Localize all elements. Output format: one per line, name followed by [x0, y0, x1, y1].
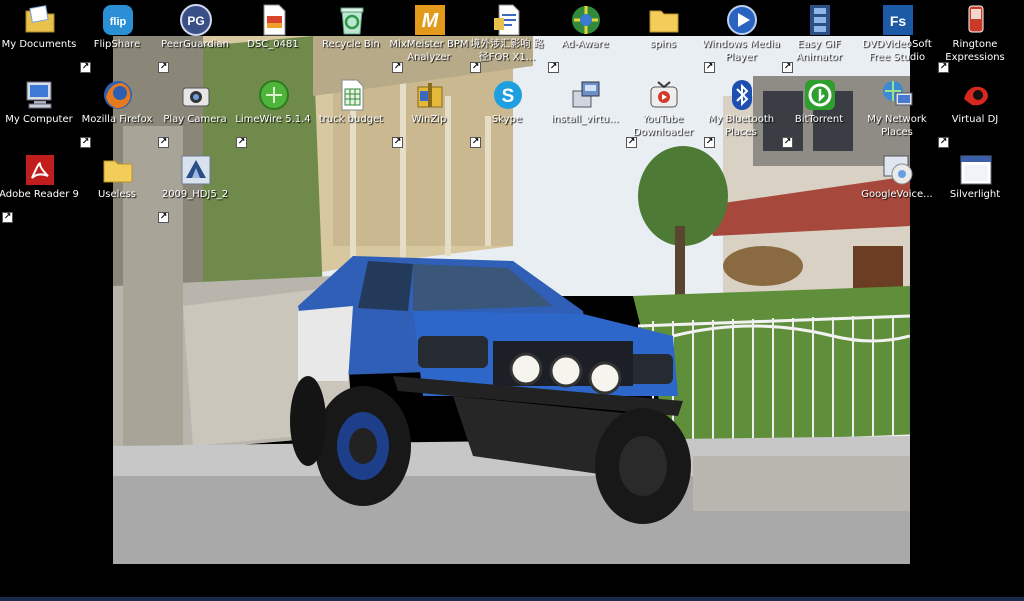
svg-text:Fs: Fs: [890, 13, 907, 29]
my-computer-icon: [24, 79, 56, 111]
shortcut-arrow-icon: ↗: [470, 137, 481, 148]
desktop-icon-mixmeister[interactable]: M ↗ MixMeister BPM Analyzer: [390, 2, 468, 73]
desktop-icon-my-documents[interactable]: My Documents: [2, 2, 76, 72]
google-voice-icon: [882, 154, 914, 186]
desktop-icon-dsc-0481[interactable]: DSC_0481: [236, 2, 310, 72]
my-documents-icon: [24, 4, 56, 36]
desktop-icon-my-bluetooth-places[interactable]: ↗ My Bluetooth Places: [704, 77, 778, 148]
desktop-icon-my-network-places[interactable]: My Network Places: [860, 77, 934, 147]
svg-text:PG: PG: [187, 14, 204, 28]
desktop-icon-skype[interactable]: S ↗ Skype: [470, 77, 544, 148]
shortcut-arrow-icon: ↗: [548, 62, 559, 73]
dvdvideosoft-icon: Fs: [882, 4, 914, 36]
desktop-icon-firefox[interactable]: ↗ Mozilla Firefox: [80, 77, 154, 148]
svg-text:S: S: [502, 86, 515, 107]
desktop-icon-ad-aware[interactable]: ↗ Ad-Aware: [548, 2, 622, 73]
desktop-icon-dvdvideosoft[interactable]: Fs DVDVideoSoft Free Studio: [860, 2, 934, 72]
desktop-icon-ringtone-expressions[interactable]: ↗ Ringtone Expressions: [938, 2, 1012, 73]
desktop-icon-windows-media-player[interactable]: ↗ Windows Media Player: [702, 2, 780, 73]
desktop-icon-spins[interactable]: spins: [626, 2, 700, 72]
play-camera-icon: [180, 79, 212, 111]
desktop-icon-my-computer[interactable]: My Computer: [2, 77, 76, 147]
shortcut-arrow-icon: ↗: [392, 137, 403, 148]
desktop-icon-install-virtu[interactable]: install_virtu...: [548, 77, 622, 147]
desktop-icon-silverlight[interactable]: Silverlight: [938, 152, 1012, 222]
shortcut-arrow-icon: ↗: [158, 62, 169, 73]
svg-text:M: M: [422, 10, 440, 32]
shortcut-arrow-icon: ↗: [2, 212, 13, 223]
virtual-dj-icon: [960, 79, 992, 111]
media-file-icon: [180, 154, 212, 186]
desktop-icon-adobe-reader[interactable]: ↗ Adobe Reader 9: [0, 152, 79, 223]
document-icon: [492, 4, 524, 36]
desktop-icon-bittorrent[interactable]: ↗ BitTorrent: [782, 77, 856, 148]
youtube-downloader-icon: [648, 79, 680, 111]
shortcut-arrow-icon: ↗: [80, 62, 91, 73]
ad-aware-icon: [570, 4, 602, 36]
desktop-icon-useless[interactable]: Useless: [80, 152, 154, 222]
image-file-icon: [258, 4, 290, 36]
silverlight-icon: [960, 154, 992, 186]
desktop-icon-virtual-dj[interactable]: ↗ Virtual DJ: [938, 77, 1012, 148]
installer-icon: [570, 79, 602, 111]
desktop-icon-recycle-bin[interactable]: Recycle Bin: [314, 2, 388, 72]
recycle-bin-icon: [336, 4, 368, 36]
firefox-icon: [102, 79, 134, 111]
desktop-icon-winzip[interactable]: ↗ WinZip: [392, 77, 466, 148]
peerguardian-icon: PG: [180, 4, 212, 36]
bittorrent-icon: [804, 79, 836, 111]
shortcut-arrow-icon: ↗: [236, 137, 247, 148]
windows-media-player-icon: [726, 4, 758, 36]
easy-gif-animator-icon: [804, 4, 836, 36]
network-places-icon: [882, 79, 914, 111]
desktop-icon-flipshare[interactable]: flip ↗ FlipShare: [80, 2, 154, 73]
ringtone-expressions-icon: [960, 4, 992, 36]
desktop-icon-truck-budget[interactable]: truck budget: [314, 77, 388, 147]
desktop-icon-google-voice[interactable]: GoogleVoice...: [860, 152, 934, 222]
desktop-icon-document[interactable]: ↗ 境外涉汇影响 路径FOR X1...: [470, 2, 544, 73]
desktop-icon-youtube-downloader[interactable]: ↗ YouTube Downloader: [626, 77, 700, 148]
limewire-icon: [258, 79, 290, 111]
flipshare-icon: flip: [102, 4, 134, 36]
desktop-icon-play-camera[interactable]: ↗ Play Camera: [158, 77, 232, 148]
shortcut-arrow-icon: ↗: [938, 137, 949, 148]
spreadsheet-icon: [336, 79, 368, 111]
svg-text:flip: flip: [110, 16, 127, 28]
shortcut-arrow-icon: ↗: [158, 212, 169, 223]
shortcut-arrow-icon: ↗: [80, 137, 91, 148]
desktop-icon-easy-gif-animator[interactable]: ↗ Easy GIF Animator: [782, 2, 856, 73]
desktop[interactable]: My Documents flip ↗ FlipShare PG ↗ PeerG…: [0, 0, 1024, 601]
desktop-icon-peerguardian[interactable]: PG ↗ PeerGuardian: [158, 2, 232, 73]
mixmeister-icon: M: [414, 4, 446, 36]
adobe-reader-icon: [24, 154, 56, 186]
winzip-icon: [414, 79, 446, 111]
folder-icon: [102, 154, 134, 186]
skype-icon: S: [492, 79, 524, 111]
folder-icon: [648, 4, 680, 36]
desktop-icon-2009-hdj5-2[interactable]: ↗ 2009_HDJ5_2: [158, 152, 232, 223]
shortcut-arrow-icon: ↗: [158, 137, 169, 148]
desktop-icon-limewire[interactable]: ↗ LimeWire 5.1.4: [235, 77, 311, 148]
taskbar-edge: [0, 597, 1024, 601]
bluetooth-icon: [726, 79, 758, 111]
shortcut-arrow-icon: ↗: [782, 137, 793, 148]
